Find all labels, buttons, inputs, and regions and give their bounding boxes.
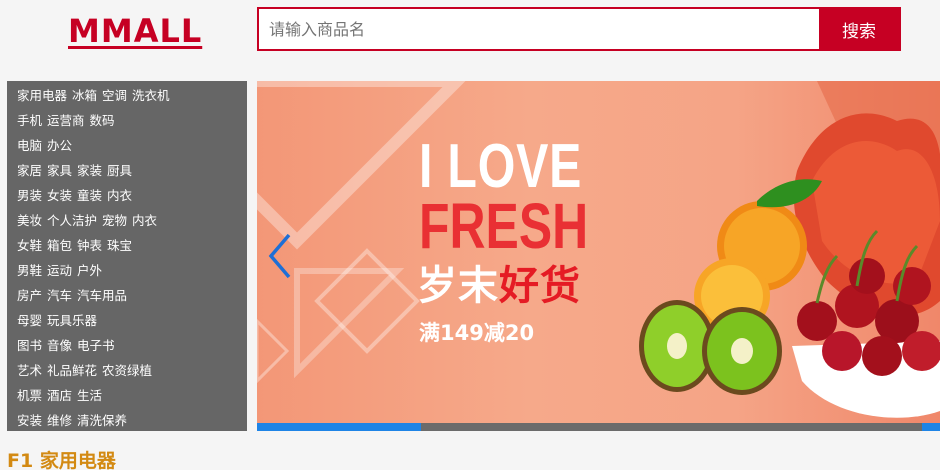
category-link[interactable]: 家居 (17, 163, 42, 178)
category-row: 艺术 礼品鲜花 农资绿植 (7, 358, 247, 383)
category-row: 男鞋 运动 户外 (7, 258, 247, 283)
banner-slogan-part2: 好货 (499, 263, 581, 309)
category-link[interactable]: 数码 (90, 113, 115, 128)
category-link[interactable]: 珠宝 (107, 238, 132, 253)
category-link[interactable]: 箱包 (47, 238, 72, 253)
search-bar: 搜索 (257, 7, 901, 51)
category-link[interactable]: 汽车用品 (77, 288, 127, 303)
category-link[interactable]: 酒店 (47, 388, 72, 403)
category-link[interactable]: 安装 (17, 413, 42, 428)
category-link[interactable]: 童装 (77, 188, 102, 203)
category-link[interactable]: 清洗保养 (77, 413, 127, 428)
category-link[interactable]: 维修 (47, 413, 72, 428)
floor-title: F1 家用电器 (7, 450, 116, 470)
banner-title-line2: FRESH (419, 190, 589, 262)
category-link[interactable]: 内衣 (132, 213, 157, 228)
category-row: 女鞋 箱包 钟表 珠宝 (7, 233, 247, 258)
category-link[interactable]: 生活 (77, 388, 102, 403)
category-link[interactable]: 家用电器 (17, 88, 67, 103)
search-input[interactable] (259, 9, 819, 49)
category-link[interactable]: 冰箱 (72, 88, 97, 103)
carousel-progress-end (922, 423, 940, 431)
category-row: 美妆 个人洁护 宠物 内衣 (7, 208, 247, 233)
category-link[interactable]: 厨具 (107, 163, 132, 178)
search-button[interactable]: 搜索 (819, 9, 899, 49)
category-row: 房产 汽车 汽车用品 (7, 283, 247, 308)
category-link[interactable]: 宠物 (102, 213, 127, 228)
category-link[interactable]: 美妆 (17, 213, 42, 228)
banner-slogan-part1: 岁末 (417, 263, 499, 309)
banner-promo: 满149减20 (419, 321, 535, 345)
category-row: 手机 运营商 数码 (7, 108, 247, 133)
category-link[interactable]: 男鞋 (17, 263, 42, 278)
category-link[interactable]: 农资绿植 (102, 363, 152, 378)
banner-background-art (257, 81, 940, 418)
category-link[interactable]: 空调 (102, 88, 127, 103)
category-link[interactable]: 运动 (47, 263, 72, 278)
category-link[interactable]: 户外 (77, 263, 102, 278)
category-row: 安装 维修 清洗保养 (7, 408, 247, 433)
carousel-progress-fill (257, 423, 421, 431)
carousel-progress (257, 423, 940, 431)
category-link[interactable]: 个人洁护 (47, 213, 97, 228)
category-link[interactable]: 洗衣机 (132, 88, 170, 103)
category-link[interactable]: 办公 (47, 138, 72, 153)
banner-slogan: 岁末好货 (417, 253, 581, 311)
category-row: 家居 家具 家装 厨具 (7, 158, 247, 183)
category-link[interactable]: 玩具乐器 (47, 313, 97, 328)
category-link[interactable]: 图书 (17, 338, 42, 353)
category-link[interactable]: 艺术 (17, 363, 42, 378)
category-link[interactable]: 女鞋 (17, 238, 42, 253)
category-link[interactable]: 房产 (17, 288, 42, 303)
category-link[interactable]: 女装 (47, 188, 72, 203)
category-link[interactable]: 内衣 (107, 188, 132, 203)
category-link[interactable]: 汽车 (47, 288, 72, 303)
category-row: 图书 音像 电子书 (7, 333, 247, 358)
category-link[interactable]: 母婴 (17, 313, 42, 328)
category-menu: 家用电器 冰箱 空调 洗衣机 手机 运营商 数码 电脑 办公 家居 家具 家装 厨具 男装 女装 童装 内衣 美妆… (7, 81, 247, 431)
banner-carousel[interactable]: I LOVE FRESH 岁末好货 满149减20 (257, 81, 940, 431)
category-link[interactable]: 钟表 (77, 238, 102, 253)
category-link[interactable]: 电子书 (77, 338, 115, 353)
logo[interactable]: MMALL (68, 12, 202, 50)
category-row: 电脑 办公 (7, 133, 247, 158)
category-link[interactable]: 礼品鲜花 (47, 363, 97, 378)
category-link[interactable]: 运营商 (47, 113, 85, 128)
category-link[interactable]: 机票 (17, 388, 42, 403)
category-link[interactable]: 电脑 (17, 138, 42, 153)
category-row: 机票 酒店 生活 (7, 383, 247, 408)
category-row: 家用电器 冰箱 空调 洗衣机 (7, 83, 247, 108)
category-link[interactable]: 男装 (17, 188, 42, 203)
category-link[interactable]: 音像 (47, 338, 72, 353)
category-link[interactable]: 手机 (17, 113, 42, 128)
category-link[interactable]: 家装 (77, 163, 102, 178)
category-row: 母婴 玩具乐器 (7, 308, 247, 333)
chevron-left-icon[interactable] (265, 231, 295, 281)
category-row: 男装 女装 童装 内衣 (7, 183, 247, 208)
category-link[interactable]: 家具 (47, 163, 72, 178)
